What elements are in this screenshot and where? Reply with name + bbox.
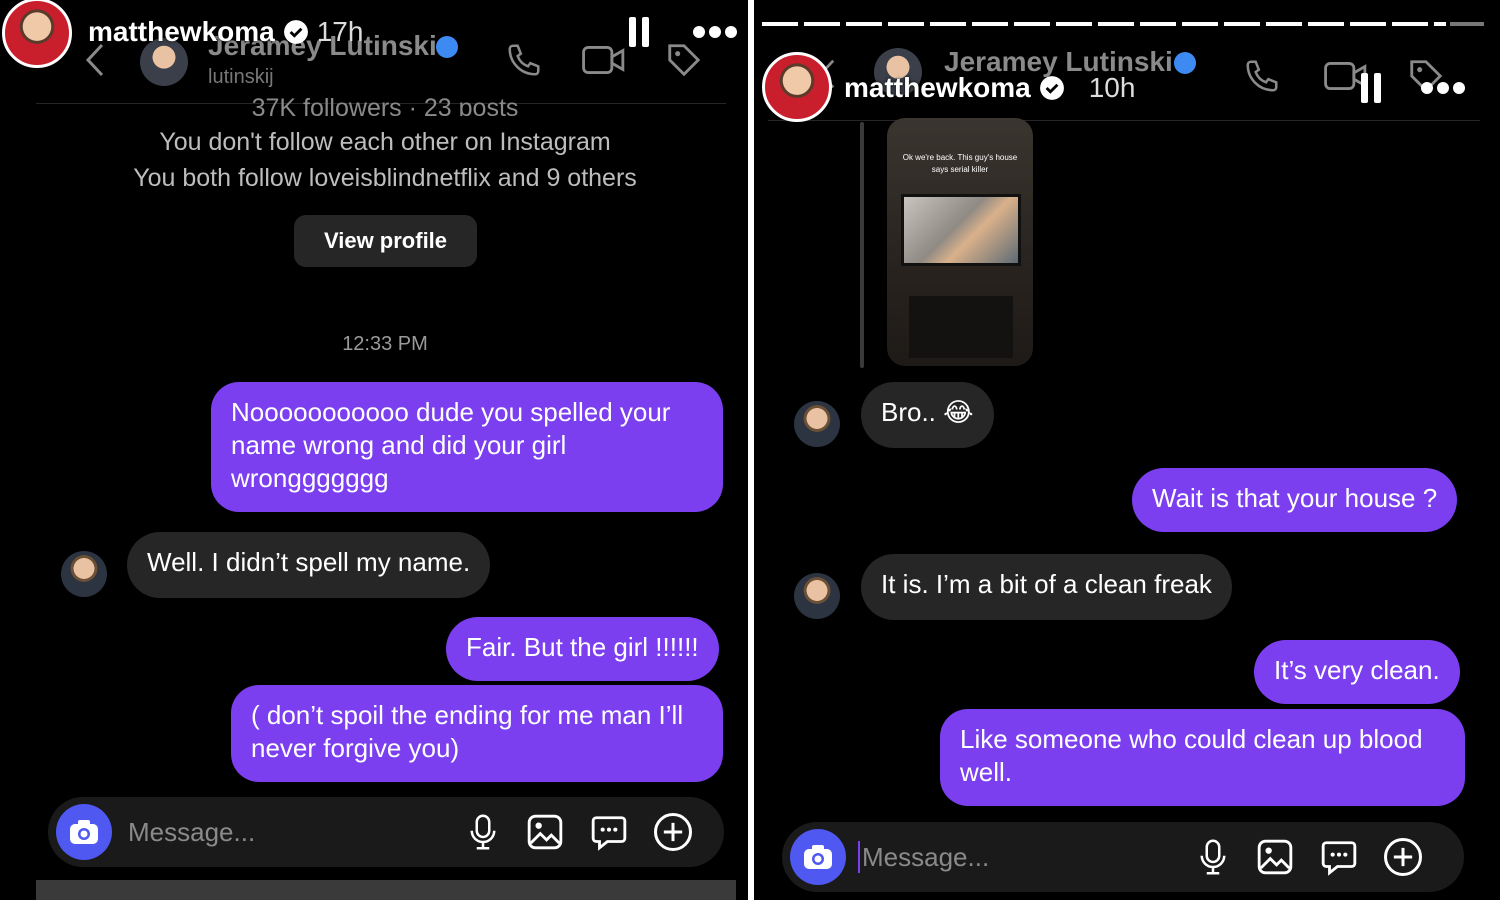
story-header: matthewkoma 17h [88, 16, 363, 48]
phone-icon[interactable] [1240, 54, 1284, 98]
mutual-followers: You both follow loveisblindnetflix and 9… [133, 164, 637, 192]
camera-button[interactable] [56, 804, 112, 860]
sticker-icon[interactable] [584, 807, 634, 857]
message-bubble-outgoing[interactable]: Fair. But the girl !!!!!! [446, 617, 719, 681]
message-composer: Message... [48, 797, 724, 867]
message-bubble-outgoing[interactable]: Nooooooooooo dude you spelled your name … [211, 382, 723, 512]
right-story-panel: Jeramey Lutinski matthewkoma 10h Ok we'r… [754, 0, 1500, 900]
tv-screen [901, 194, 1021, 266]
text-cursor [858, 841, 860, 873]
video-icon[interactable] [580, 38, 628, 82]
contact-avatar[interactable] [794, 573, 840, 619]
pause-icon[interactable] [624, 14, 654, 50]
story-header: matthewkoma 10h [844, 72, 1135, 104]
tag-icon[interactable] [662, 38, 706, 82]
more-icon[interactable] [1418, 76, 1468, 100]
message-input[interactable]: Message... [128, 817, 448, 848]
gallery-icon[interactable] [1250, 832, 1300, 882]
plus-icon[interactable] [1378, 832, 1428, 882]
story-avatar[interactable] [2, 0, 72, 68]
shared-story-caption: Ok we're back. This guy's house says ser… [902, 153, 1018, 174]
contact-avatar[interactable] [794, 401, 840, 447]
more-icon[interactable] [690, 20, 740, 44]
phone-icon[interactable] [502, 38, 546, 82]
pause-icon[interactable] [1356, 70, 1386, 106]
tv-stand [909, 296, 1013, 358]
verified-badge-icon [1174, 52, 1196, 74]
left-story-panel: Jeramey Lutinski lutinskij matthewkoma 1… [0, 0, 748, 900]
verified-badge-icon [1039, 76, 1064, 100]
message-timestamp: 12:33 PM [342, 333, 428, 355]
follow-status: You don't follow each other on Instagram [159, 128, 611, 156]
story-time: 10h [1088, 72, 1136, 103]
shared-story-thumbnail[interactable]: Ok we're back. This guy's house says ser… [887, 118, 1033, 366]
gallery-icon[interactable] [520, 807, 570, 857]
story-username[interactable]: matthewkoma [88, 16, 275, 48]
story-username[interactable]: matthewkoma [844, 72, 1031, 104]
view-profile-button[interactable]: View profile [294, 215, 477, 267]
message-bubble-outgoing[interactable]: Wait is that your house ? [1132, 468, 1458, 532]
camera-icon [70, 820, 98, 844]
plus-icon[interactable] [648, 807, 698, 857]
followers-line: 37K followers · 23 posts [251, 94, 519, 116]
bottom-bar [36, 880, 736, 900]
story-time: 17h [316, 16, 364, 47]
message-bubble-outgoing[interactable]: Like someone who could clean up blood we… [940, 709, 1465, 806]
mic-icon[interactable] [1188, 832, 1238, 882]
story-avatar[interactable] [762, 52, 832, 122]
contact-handle: lutinskij [208, 66, 274, 88]
message-bubble-incoming[interactable]: It is. I’m a bit of a clean freak [861, 554, 1232, 620]
message-input[interactable]: Message... [862, 842, 1182, 873]
verified-badge-icon [283, 20, 308, 44]
camera-icon [804, 845, 832, 869]
message-bubble-outgoing[interactable]: It’s very clean. [1254, 640, 1460, 704]
header-divider [768, 120, 1480, 121]
message-bubble-outgoing[interactable]: ( don’t spoil the ending for me man I’ll… [231, 685, 723, 782]
contact-avatar[interactable] [61, 551, 107, 597]
message-composer: Message... [782, 822, 1464, 892]
message-bubble-incoming[interactable]: Bro.. 😂 [861, 382, 994, 448]
reply-thread-line [860, 122, 864, 368]
mic-icon[interactable] [458, 807, 508, 857]
sticker-icon[interactable] [1314, 832, 1364, 882]
message-bubble-incoming[interactable]: Well. I didn’t spell my name. [127, 532, 491, 598]
camera-button[interactable] [790, 829, 846, 885]
verified-badge-icon [436, 36, 458, 58]
